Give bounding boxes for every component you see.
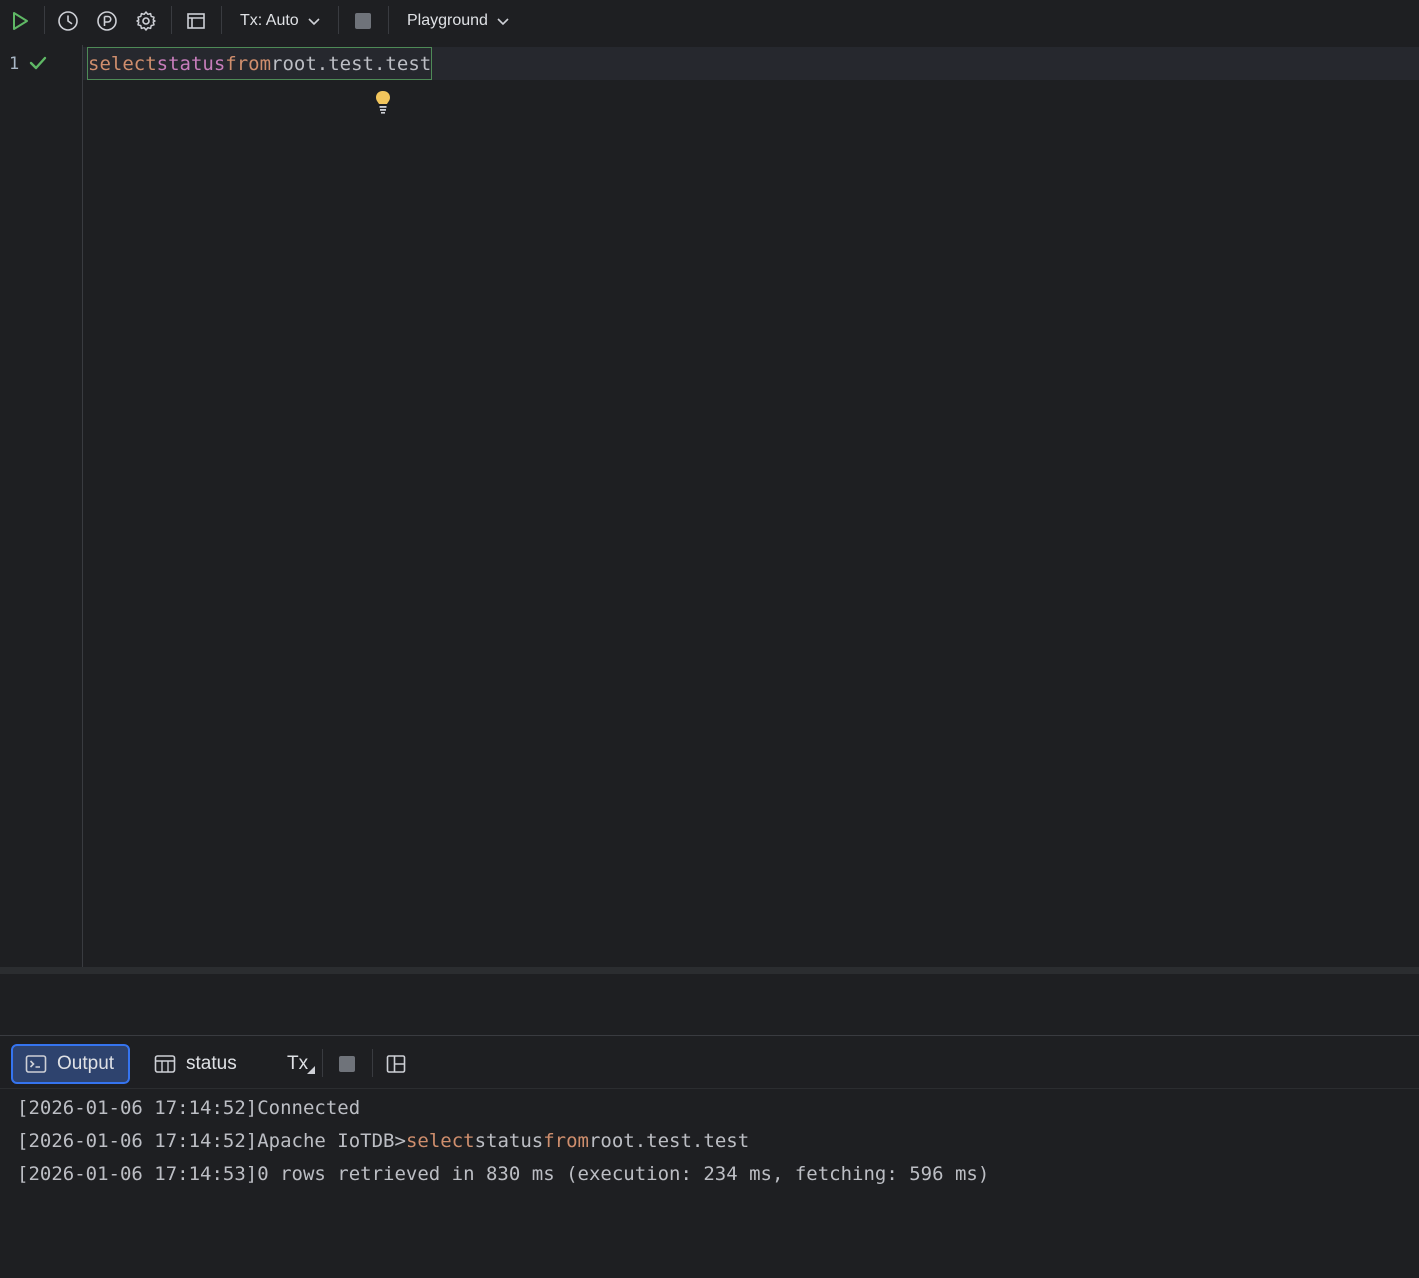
stop-output-button[interactable]: [332, 1049, 362, 1079]
output-prompt: Apache IoTDB>: [257, 1130, 406, 1152]
table-icon: [154, 1055, 176, 1073]
transaction-mode-label: Tx: Auto: [240, 12, 299, 29]
code-column: status: [156, 52, 226, 75]
transaction-button[interactable]: Tx: [275, 1044, 327, 1084]
output-table: root.test.test: [588, 1130, 750, 1152]
clock-icon: [58, 11, 78, 31]
stop-button[interactable]: [348, 6, 378, 36]
split-layout-icon: [386, 1055, 406, 1073]
toolbar-separator: [171, 6, 172, 34]
lightbulb-icon[interactable]: [372, 89, 394, 115]
p-circle-icon: [97, 11, 117, 31]
schema-label: Playground: [407, 12, 488, 29]
output-console[interactable]: [2026-01-06 17:14:52] Connected [2026-01…: [0, 1090, 1419, 1278]
output-message: Connected: [257, 1097, 361, 1119]
gutter-divider: [82, 45, 83, 967]
output-message: 0 rows retrieved in 830 ms (execution: 2…: [257, 1163, 990, 1185]
output-keyword-select: select: [405, 1130, 475, 1152]
tab-status-label: status: [186, 1053, 237, 1074]
output-line: [2026-01-06 17:14:52] Apache IoTDB> sele…: [17, 1126, 749, 1156]
toolbar-separator: [44, 6, 45, 34]
chevron-down-icon: [497, 18, 509, 26]
code-keyword-from: from: [225, 52, 272, 75]
gear-icon: [136, 11, 156, 31]
toolbar-separator: [221, 6, 222, 34]
output-timestamp: [2026-01-06 17:14:53]: [17, 1163, 258, 1185]
output-timestamp: [2026-01-06 17:14:52]: [17, 1097, 258, 1119]
line-number: 1: [9, 54, 20, 74]
output-line: [2026-01-06 17:14:53] 0 rows retrieved i…: [17, 1159, 989, 1189]
parameters-button[interactable]: [92, 6, 122, 36]
code-table: root.test.test: [271, 52, 432, 75]
tab-status[interactable]: status: [142, 1044, 249, 1084]
transaction-mode-dropdown[interactable]: Tx: Auto: [240, 8, 321, 34]
toolbar-separator: [388, 6, 389, 34]
output-keyword-from: from: [543, 1130, 589, 1152]
services-toolbar: Output status Tx: [0, 1037, 1419, 1089]
panel-icon: [187, 13, 205, 29]
tab-output[interactable]: Output: [11, 1044, 130, 1084]
toolbar-separator: [322, 1049, 323, 1077]
execute-button[interactable]: [5, 6, 35, 36]
code-keyword-select: select: [88, 52, 157, 75]
panel-splitter[interactable]: [0, 967, 1419, 974]
stop-icon: [355, 13, 371, 29]
history-button[interactable]: [53, 6, 83, 36]
transaction-label: Tx: [287, 1053, 309, 1074]
settings-button[interactable]: [131, 6, 161, 36]
checkmark-icon: [29, 56, 47, 70]
schema-dropdown[interactable]: Playground: [407, 8, 510, 34]
console-icon: [25, 1055, 47, 1073]
output-line: [2026-01-06 17:14:52] Connected: [17, 1093, 360, 1123]
tab-output-label: Output: [57, 1053, 115, 1074]
output-timestamp: [2026-01-06 17:14:52]: [17, 1130, 258, 1152]
output-column: status: [474, 1130, 544, 1152]
empty-area: [0, 974, 1419, 1036]
layout-button[interactable]: [181, 6, 211, 36]
layout-toggle-button[interactable]: [381, 1049, 411, 1079]
code-statement[interactable]: select status from root.test.test: [87, 47, 433, 80]
play-icon: [13, 12, 28, 30]
corner-arrow-icon: [307, 1066, 316, 1074]
editor-toolbar: Tx: Auto Playground: [0, 0, 1419, 42]
chevron-down-icon: [308, 18, 320, 26]
toolbar-separator: [338, 6, 339, 34]
stop-icon: [339, 1056, 355, 1072]
toolbar-separator: [372, 1049, 373, 1077]
sql-editor[interactable]: 1 select status from root.test.test: [0, 45, 1419, 967]
